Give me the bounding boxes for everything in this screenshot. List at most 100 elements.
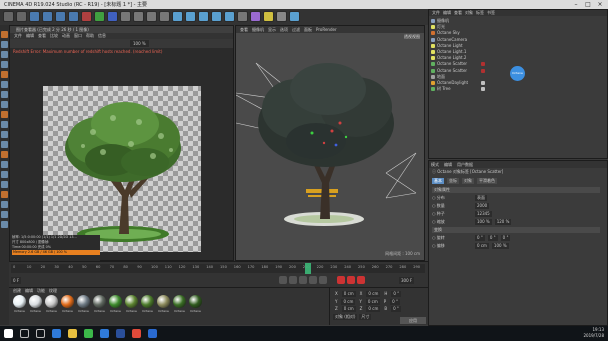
tool-icon[interactable] <box>1 201 8 208</box>
coordinate-field[interactable]: 0 ° <box>390 298 400 305</box>
object-row[interactable]: Octane Sky <box>431 30 607 36</box>
viewport-menu-item[interactable]: 面板 <box>304 26 312 33</box>
material-swatch[interactable] <box>189 295 202 308</box>
light-icon[interactable] <box>263 11 274 22</box>
tool-icon[interactable] <box>1 211 8 218</box>
material-menu-item[interactable]: 功能 <box>37 288 45 293</box>
object-manager-menu-item[interactable]: 书签 <box>487 10 495 16</box>
perspective-viewport[interactable]: 查看 摄像机 显示 选项 过滤 面板 ProRender 透视视图 网格间距 : 100 c… <box>235 25 425 261</box>
goto-start-button[interactable] <box>279 276 287 284</box>
wechat-icon[interactable] <box>84 329 93 338</box>
object-row[interactable]: Octane Light.2 <box>431 55 607 61</box>
viewport-menu-item[interactable]: 显示 <box>268 26 276 33</box>
attributes-tab[interactable]: 坐标 <box>447 178 459 184</box>
windows-start-icon[interactable] <box>4 329 13 338</box>
attribute-field[interactable]: 表面 <box>475 195 487 201</box>
attributes-head-item[interactable]: 用户数据 <box>457 162 473 167</box>
octane-tag-icon[interactable] <box>481 68 485 73</box>
coordinate-field[interactable]: 0 cm <box>366 291 381 297</box>
material-swatch[interactable] <box>93 295 106 308</box>
material-swatch[interactable] <box>125 295 138 308</box>
store-icon[interactable] <box>100 329 109 338</box>
object-row[interactable]: 树 Tree <box>431 86 607 92</box>
tool-icon[interactable] <box>1 141 8 148</box>
attribute-field[interactable]: 100 % <box>491 243 509 249</box>
material-swatch[interactable] <box>141 295 154 308</box>
minimize-button[interactable]: – <box>570 0 582 9</box>
tool-icon[interactable] <box>1 101 8 108</box>
object-manager-menu-item[interactable]: 编辑 <box>443 10 451 16</box>
render-pv-icon[interactable] <box>146 11 157 22</box>
octane-tag-badge[interactable]: Octane <box>510 66 525 81</box>
tool-icon[interactable] <box>1 61 8 68</box>
select-icon[interactable] <box>29 11 40 22</box>
playhead[interactable] <box>305 263 311 274</box>
attribute-field[interactable]: 2000 <box>475 203 490 209</box>
object-manager-menu-item[interactable]: 标签 <box>476 10 484 16</box>
tag-icon[interactable] <box>481 81 485 85</box>
coordinate-field[interactable]: 0 cm <box>366 306 381 312</box>
close-button[interactable]: × <box>594 0 606 9</box>
tool-icon[interactable] <box>1 181 8 188</box>
attribute-field[interactable]: 12345 <box>475 211 492 217</box>
task-view-icon[interactable] <box>36 329 45 338</box>
prev-frame-button[interactable] <box>289 276 297 284</box>
tool-icon[interactable] <box>1 81 8 88</box>
keyframe-button[interactable] <box>357 276 365 284</box>
record-button[interactable] <box>337 276 345 284</box>
object-manager-menu-item[interactable]: 查看 <box>454 10 462 16</box>
sky-icon[interactable] <box>289 11 300 22</box>
tag-icon[interactable] <box>481 87 485 92</box>
viewport-menu-item[interactable]: ProRender <box>316 26 337 33</box>
y-axis-icon[interactable] <box>94 11 105 22</box>
cube-icon[interactable] <box>172 11 183 22</box>
rotate-icon[interactable] <box>68 11 79 22</box>
autokey-button[interactable] <box>347 276 355 284</box>
material-swatch[interactable] <box>173 295 186 308</box>
next-frame-button[interactable] <box>309 276 317 284</box>
x-axis-icon[interactable] <box>81 11 92 22</box>
tool-icon[interactable] <box>1 161 8 168</box>
attribute-field[interactable]: 0 ° <box>500 235 511 241</box>
viewport-menu-item[interactable]: 过滤 <box>292 26 300 33</box>
object-row[interactable]: Octane Light <box>431 43 607 49</box>
material-menu-item[interactable]: 创建 <box>13 288 21 293</box>
cinema4d-icon[interactable] <box>116 329 125 338</box>
scale-icon[interactable] <box>55 11 66 22</box>
attributes-tab[interactable]: 对象 <box>462 178 474 184</box>
material-menu-item[interactable]: 编辑 <box>25 288 33 293</box>
object-row[interactable]: OctaneCamera <box>431 37 607 43</box>
goto-end-button[interactable] <box>319 276 327 284</box>
attribute-field[interactable]: 0 cm <box>475 243 489 249</box>
array-icon[interactable] <box>211 11 222 22</box>
coordinate-mode-dropdown[interactable]: 对象 (相对) <box>333 313 358 320</box>
deformer-icon[interactable] <box>250 11 261 22</box>
coordinate-field[interactable]: 0 ° <box>391 306 401 312</box>
system-clock[interactable]: 19:13 2019/7/28 <box>583 327 604 339</box>
attributes-head-item[interactable]: 编辑 <box>444 162 452 167</box>
camera-icon[interactable] <box>237 11 248 22</box>
tool-icon[interactable] <box>1 191 8 198</box>
render-view-icon[interactable] <box>133 11 144 22</box>
attribute-field[interactable]: 120 % <box>494 219 512 225</box>
move-icon[interactable] <box>42 11 53 22</box>
tool-icon[interactable] <box>1 31 8 38</box>
tool-icon[interactable] <box>1 151 8 158</box>
zoom-field[interactable]: 100 % <box>130 40 149 47</box>
folder-icon[interactable] <box>68 329 77 338</box>
tool-icon[interactable] <box>1 41 8 48</box>
attribute-section-header[interactable]: 变换 <box>432 227 600 233</box>
octane-tag-icon[interactable] <box>481 62 485 67</box>
coordinate-field[interactable]: 0 cm <box>341 306 356 312</box>
search-icon[interactable] <box>20 329 29 338</box>
edge-icon[interactable] <box>52 329 61 338</box>
tool-icon[interactable] <box>1 51 8 58</box>
material-swatch[interactable] <box>13 295 26 308</box>
material-swatch[interactable] <box>157 295 170 308</box>
coordinate-mode-dropdown[interactable]: 尺寸 <box>359 313 372 320</box>
material-swatch[interactable] <box>61 295 74 308</box>
material-swatch[interactable] <box>29 295 42 308</box>
material-swatch[interactable] <box>109 295 122 308</box>
object-row[interactable]: 摄像机 <box>431 18 607 24</box>
timeline-ruler[interactable]: 0 10 20 30 40 50 60 70 80 90 100 110 120 130 140 150 160… <box>11 264 425 273</box>
